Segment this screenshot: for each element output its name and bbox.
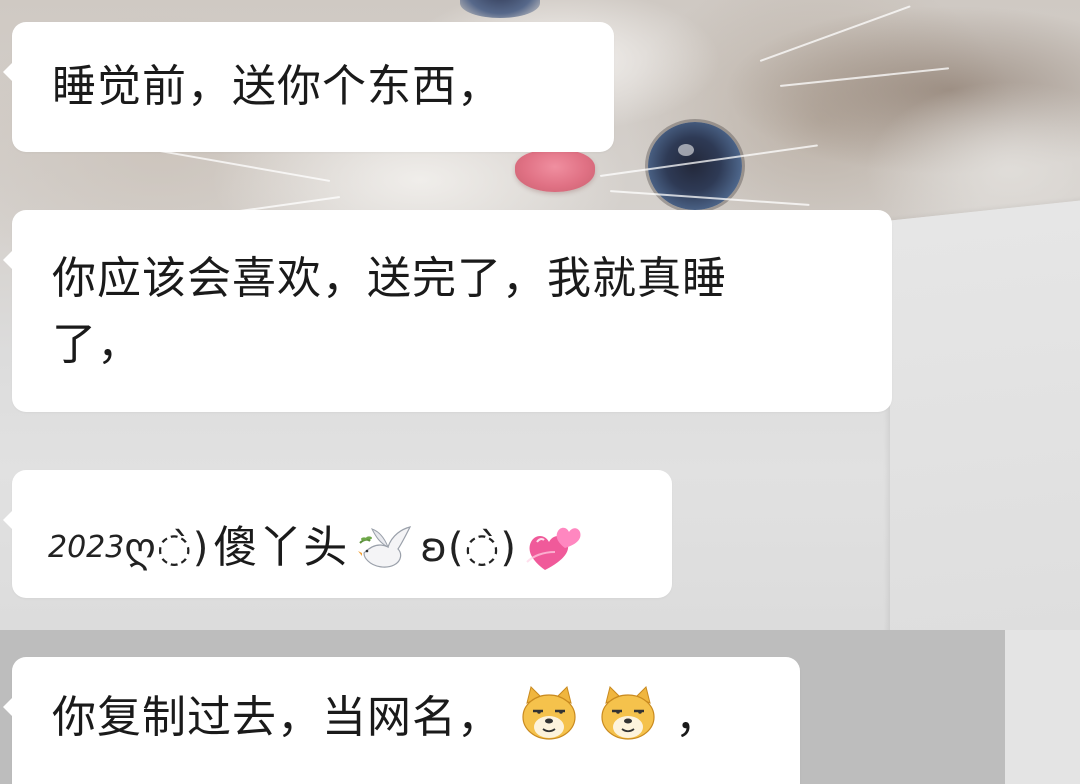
two-hearts-icon	[525, 522, 583, 574]
chat-screen: 睡觉前，送你个东西， 你应该会喜欢，送完了，我就真睡 了， 2023 ღ◌̀) …	[0, 0, 1080, 784]
nickname-text: 傻丫头	[213, 522, 349, 573]
message-text-trailing: ，	[675, 692, 720, 743]
message-bubble[interactable]: 你复制过去，当网名， ，	[3, 657, 800, 784]
background-panel	[890, 199, 1080, 661]
nickname-year: 2023	[48, 530, 125, 565]
doge-icon	[519, 685, 579, 743]
message-bubble[interactable]: 睡觉前，送你个东西，	[3, 22, 614, 152]
message-text: 你复制过去，当网名， ，	[52, 685, 720, 751]
nickname-decoration: ʚ(◌̀)	[420, 525, 517, 571]
message-bubble[interactable]: 你应该会喜欢，送完了，我就真睡 了，	[3, 210, 892, 412]
dove-icon	[358, 523, 414, 573]
doge-icon	[598, 685, 658, 743]
message-text: 睡觉前，送你个东西，	[52, 61, 502, 112]
message-bubble[interactable]: 2023 ღ◌̀) 傻丫头 ʚ(◌̀)	[3, 470, 672, 598]
message-text-line: 你应该会喜欢，送完了，我就真睡	[52, 253, 727, 304]
message-text-main: 你复制过去，当网名，	[52, 692, 502, 743]
message-text-line: 了，	[52, 319, 142, 370]
nickname-decoration: ღ◌̀)	[124, 525, 210, 571]
background-panel	[1005, 630, 1080, 784]
cat-nose	[515, 150, 595, 192]
